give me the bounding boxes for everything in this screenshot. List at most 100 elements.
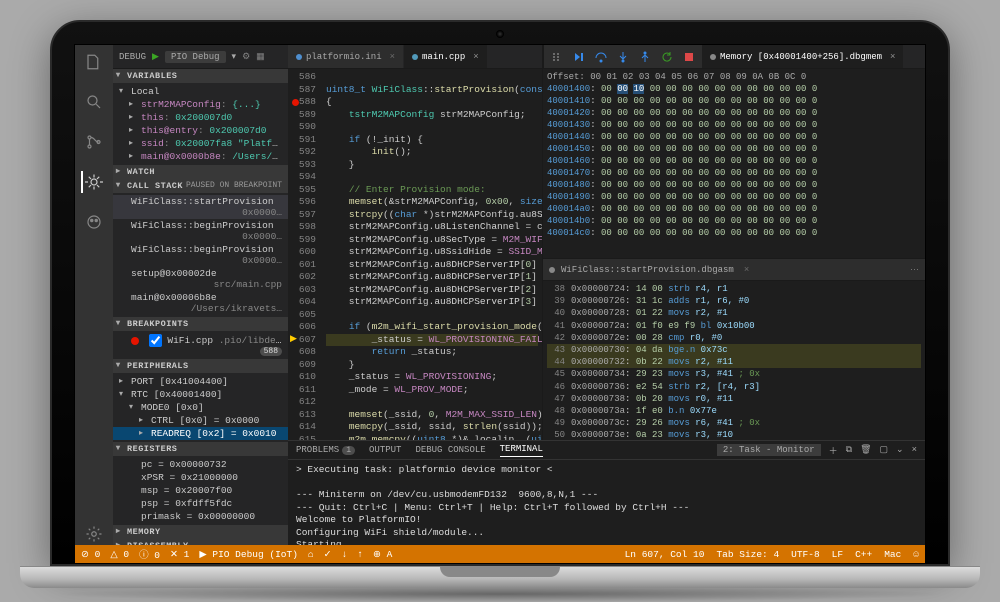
status-bar: ⊘ 0 △ 0 ⓘ 0 ✕ 1 ▶ PIO Debug (IoT) ⌂ ✓ ↓ ↑ ⊕ A Ln … — [75, 545, 925, 563]
statusbar-item[interactable]: △ 0 — [110, 547, 129, 561]
section-registers[interactable]: REGISTERS — [113, 442, 288, 456]
step-into-button[interactable] — [616, 50, 630, 64]
drag-handle-icon[interactable] — [550, 50, 564, 64]
statusbar-item[interactable]: ⊘ 0 — [81, 547, 100, 561]
bp-line-badge: 588 — [260, 347, 282, 356]
pio-icon[interactable] — [83, 211, 105, 233]
section-disassembly[interactable]: DISASSEMBLY — [113, 539, 288, 545]
start-debug-button[interactable]: ▶ — [152, 52, 159, 62]
peripheral-row[interactable]: ▾RTC [0x40001400] — [113, 388, 288, 401]
close-icon[interactable]: × — [473, 52, 478, 62]
stack-frame[interactable]: WiFiClass::beginProvision0x0000… — [113, 243, 288, 267]
gutter[interactable]: 5865875885895905915925935945955965975985… — [288, 69, 322, 440]
tab-problems[interactable]: PROBLEMS1 — [296, 445, 355, 455]
new-terminal-button[interactable]: ＋ — [829, 444, 838, 457]
maximize-panel-button[interactable]: ▢ — [880, 445, 889, 455]
disassembly-view[interactable]: 380x00000724: 14 00 strb r4, r1 390x0000… — [543, 281, 925, 440]
asm-tab-label[interactable]: WiFiClass::startProvision.dbgasm — [561, 265, 734, 275]
gear-icon[interactable]: ⚙ — [242, 52, 250, 62]
statusbar-item[interactable]: ⓘ 0 — [139, 547, 160, 561]
section-callstack[interactable]: CALL STACK PAUSED ON BREAKPOINT — [113, 179, 288, 193]
memory-view[interactable]: Offset: 00 01 02 03 04 05 06 07 08 09 0A… — [543, 69, 925, 259]
statusbar-item[interactable]: ✕ 1 — [170, 547, 189, 561]
files-icon[interactable] — [83, 51, 105, 73]
tab-platformio.ini[interactable]: platformio.ini× — [288, 45, 404, 68]
ide-root: DEBUG ▶ PIO Debug ▾ ⚙ ▦ VARIABLES ▾Local… — [75, 45, 925, 563]
search-icon[interactable] — [83, 91, 105, 113]
section-watch[interactable]: WATCH — [113, 165, 288, 179]
peripheral-row[interactable]: ▸PORT [0x41004400] — [113, 375, 288, 388]
section-variables[interactable]: VARIABLES — [113, 69, 288, 83]
callstack-status: PAUSED ON BREAKPOINT — [186, 181, 282, 190]
close-icon[interactable]: × — [744, 265, 749, 275]
close-icon[interactable]: × — [390, 52, 395, 62]
terminal-body[interactable]: > Executing task: platformio device moni… — [288, 460, 925, 545]
bp-checkbox[interactable] — [149, 334, 162, 347]
var-row[interactable]: ▸ssid: 0x20007fa8 "PlatformIO-31… — [113, 137, 288, 150]
code-body[interactable]: uint8_t WiFiClass::startProvision(const … — [322, 69, 542, 440]
config-caret-icon[interactable]: ▾ — [232, 52, 237, 62]
toggle-panel-button[interactable]: ⌄ — [896, 445, 904, 455]
var-row[interactable]: ▸strM2MAPConfig: {...} — [113, 98, 288, 111]
statusbar-item[interactable]: Ln 607, Col 10 — [625, 549, 705, 560]
register-row[interactable]: xPSR = 0x21000000 — [113, 471, 288, 484]
statusbar-item[interactable]: ▶ PIO Debug (IoT) — [199, 547, 298, 561]
tab-Memory [0x40001400+256].dbgmem[interactable]: Memory [0x40001400+256].dbgmem× — [702, 45, 904, 68]
step-over-button[interactable] — [594, 50, 608, 64]
register-field[interactable]: ▸CTRL [0x0] = 0x0000 — [113, 414, 288, 427]
statusbar-item[interactable]: LF — [832, 549, 843, 560]
source-editor[interactable]: 5865875885895905915925935945955965975985… — [288, 69, 543, 440]
statusbar-item[interactable]: ⌂ — [308, 547, 314, 561]
var-row[interactable]: ▸this@entry: 0x200007d0 — [113, 124, 288, 137]
split-terminal-button[interactable]: ⧉ — [846, 445, 852, 455]
task-select[interactable]: 2: Task - Monitor — [717, 444, 821, 456]
stack-frame[interactable]: setup@0x00002desrc/main.cpp — [113, 267, 288, 291]
register-field[interactable]: ▸READREQ [0x2] = 0x0010 — [113, 427, 288, 440]
scm-icon[interactable] — [83, 131, 105, 153]
debug-sidebar: VARIABLES ▾Local ▸strM2MAPConfig: {...}▸… — [113, 69, 288, 545]
statusbar-item[interactable]: ↑ — [357, 547, 363, 561]
panel-tabs: PROBLEMS1 OUTPUT DEBUG CONSOLE TERMINAL … — [288, 440, 925, 460]
stack-frame[interactable]: WiFiClass::beginProvision0x0000… — [113, 219, 288, 243]
debug-config-name[interactable]: PIO Debug — [165, 51, 226, 63]
tab-output[interactable]: OUTPUT — [369, 445, 401, 455]
statusbar-item[interactable]: ☺ — [913, 549, 919, 560]
statusbar-item[interactable]: Tab Size: 4 — [716, 549, 779, 560]
section-peripherals[interactable]: PERIPHERALS — [113, 359, 288, 373]
statusbar-item[interactable]: ✓ — [324, 547, 332, 561]
peripheral-row[interactable]: ▾MODE0 [0x0] — [113, 401, 288, 414]
register-row[interactable]: primask = 0x00000000 — [113, 510, 288, 523]
editor-area: platformio.ini×main.cpp× Memory [0x40001… — [288, 45, 925, 545]
tab-debug-console[interactable]: DEBUG CONSOLE — [415, 445, 485, 455]
continue-button[interactable] — [572, 50, 586, 64]
debug-icon[interactable] — [81, 171, 103, 193]
close-panel-button[interactable]: × — [912, 445, 917, 455]
stop-button[interactable] — [682, 50, 696, 64]
debug-console-icon[interactable]: ▦ — [256, 52, 265, 62]
step-out-button[interactable] — [638, 50, 652, 64]
register-row[interactable]: pc = 0x00000732 — [113, 458, 288, 471]
scope-local[interactable]: ▾Local — [113, 85, 288, 98]
statusbar-item[interactable]: UTF-8 — [791, 549, 820, 560]
stack-frame[interactable]: WiFiClass::startProvision0x0000… — [113, 195, 288, 219]
var-row[interactable]: ▸main@0x0000b8e: /Users/ikravets… — [113, 150, 288, 163]
statusbar-item[interactable]: Mac — [884, 549, 901, 560]
statusbar-item[interactable]: C++ — [855, 549, 872, 560]
statusbar-item[interactable]: ⊕ A — [373, 547, 392, 561]
tab-main.cpp[interactable]: main.cpp× — [404, 45, 488, 68]
register-row[interactable]: psp = 0xfdff5fdc — [113, 497, 288, 510]
stack-frame[interactable]: main@0x00006b8e/Users/ikravets… — [113, 291, 288, 315]
file-icon — [549, 267, 555, 273]
breakpoint-row[interactable]: WiFi.cpp .pio/libdeps/WiF… 588 — [113, 333, 288, 357]
restart-button[interactable] — [660, 50, 674, 64]
statusbar-item[interactable]: ↓ — [342, 547, 348, 561]
var-row[interactable]: ▸this: 0x200007d0 — [113, 111, 288, 124]
kill-terminal-button[interactable]: 🗑 — [860, 445, 871, 455]
more-icon[interactable]: ⋯ — [910, 265, 919, 275]
tab-terminal[interactable]: TERMINAL — [500, 444, 543, 457]
close-icon[interactable]: × — [890, 52, 895, 62]
section-breakpoints[interactable]: BREAKPOINTS — [113, 317, 288, 331]
gear-icon[interactable] — [83, 523, 105, 545]
register-row[interactable]: msp = 0x20007f00 — [113, 484, 288, 497]
section-memory[interactable]: MEMORY — [113, 525, 288, 539]
